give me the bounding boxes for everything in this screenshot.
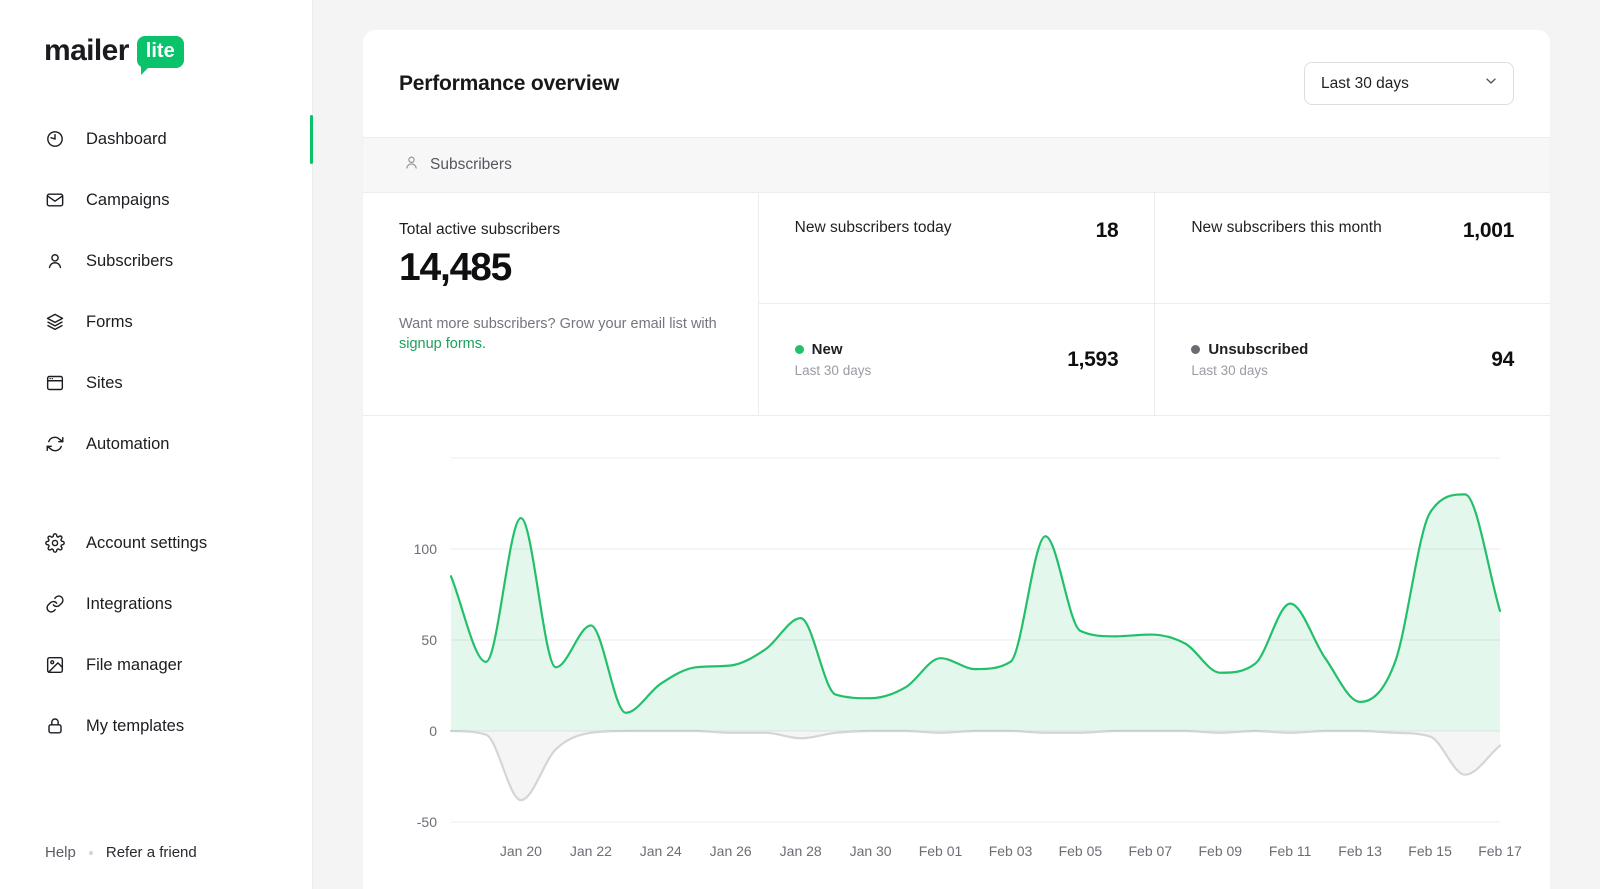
subscribers-chart: 100 50 0 -50 Jan 20 Jan 22 Jan 24 Jan 26 Jan 28 J… (363, 416, 1550, 873)
svg-text:Feb 15: Feb 15 (1408, 843, 1452, 859)
card-header: Performance overview Last 30 days (363, 30, 1550, 137)
sites-icon (45, 373, 65, 393)
automation-icon (45, 434, 65, 454)
date-range-value: Last 30 days (1321, 74, 1409, 92)
sidebar-item-label: Forms (86, 312, 133, 331)
sidebar-item-label: Integrations (86, 594, 173, 613)
subscribers-icon (45, 251, 65, 271)
svg-text:Feb 17: Feb 17 (1478, 843, 1522, 859)
svg-text:Feb 01: Feb 01 (919, 843, 963, 859)
refer-a-friend-link[interactable]: Refer a friend (106, 844, 197, 861)
new-legend-dot (794, 345, 804, 354)
page-title: Performance overview (399, 71, 620, 95)
sidebar-item-label: Sites (86, 373, 123, 392)
stat-label: Total active subscribers (399, 221, 561, 238)
subscribers-hint: Want more subscribers? Grow your email l… (399, 314, 719, 355)
settings-icon (45, 533, 65, 553)
campaigns-icon (45, 190, 65, 210)
stat-label: New subscribers this month (1191, 219, 1382, 236)
svg-text:100: 100 (414, 541, 438, 557)
svg-text:50: 50 (421, 632, 437, 648)
svg-text:Feb 11: Feb 11 (1269, 843, 1312, 859)
sidebar-item-label: Automation (86, 434, 170, 453)
section-title: Subscribers (430, 156, 512, 173)
sidebar-item-account-settings[interactable]: Account settings (0, 513, 312, 574)
stat-unsubscribed-30-days: Unsubscribed Last 30 days 94 (1154, 304, 1550, 415)
user-icon (403, 154, 420, 176)
stat-new-this-month: New subscribers this month 1,001 (1154, 193, 1550, 304)
total-subscribers-value: 14,485 (399, 246, 512, 289)
date-range-select[interactable]: Last 30 days (1304, 62, 1514, 105)
svg-text:Jan 20: Jan 20 (500, 843, 542, 859)
templates-icon (45, 716, 65, 736)
stats-grid: Total active subscribers 14,485 Want mor… (363, 193, 1550, 416)
new-month-value: 1,001 (1462, 219, 1514, 242)
chevron-down-icon (1483, 73, 1499, 94)
legend-sublabel: Last 30 days (1191, 363, 1268, 378)
sidebar-item-label: Account settings (86, 533, 208, 552)
subscribers-section-header: Subscribers (363, 137, 1550, 193)
svg-text:0: 0 (429, 723, 437, 739)
hint-text: Want more subscribers? Grow your email l… (399, 316, 717, 332)
forms-icon (45, 312, 65, 332)
app: mailer lite Dashboard Campaigns Subscriber… (0, 0, 1600, 889)
file-manager-icon (45, 655, 65, 675)
sidebar-item-file-manager[interactable]: File manager (0, 635, 312, 696)
mailerlite-logo[interactable]: mailer lite (0, 34, 312, 75)
main-content: Performance overview Last 30 days Subscr… (313, 0, 1600, 889)
integrations-icon (45, 594, 65, 614)
svg-text:Feb 09: Feb 09 (1199, 843, 1243, 859)
sidebar-item-label: My templates (86, 716, 185, 735)
dashboard-icon (45, 129, 65, 149)
stat-label: New subscribers today (794, 219, 952, 236)
svg-text:Jan 22: Jan 22 (570, 843, 612, 859)
stat-new-30-days: New Last 30 days 1,593 (759, 304, 1155, 415)
sidebar-item-forms[interactable]: Forms (0, 292, 312, 353)
sidebar-nav-main: Dashboard Campaigns Subscribers Forms Sites A… (0, 109, 313, 475)
svg-text:Jan 30: Jan 30 (850, 843, 892, 859)
sidebar-nav-secondary: Account settings Integrations File manager… (0, 513, 312, 757)
help-link[interactable]: Help (45, 844, 76, 861)
sidebar-item-integrations[interactable]: Integrations (0, 574, 312, 635)
sidebar-item-campaigns[interactable]: Campaigns (0, 170, 312, 231)
unsubscribed-legend: Unsubscribed Last 30 days (1191, 341, 1308, 378)
sidebar-item-automation[interactable]: Automation (0, 414, 312, 475)
svg-text:Feb 03: Feb 03 (989, 843, 1033, 859)
svg-text:Jan 28: Jan 28 (780, 843, 822, 859)
svg-text:Jan 26: Jan 26 (710, 843, 752, 859)
svg-text:Feb 05: Feb 05 (1059, 843, 1103, 859)
stat-total-active-subscribers: Total active subscribers 14,485 Want mor… (363, 193, 759, 415)
unsubscribed-legend-dot (1191, 345, 1201, 354)
svg-text:-50: -50 (417, 814, 437, 830)
svg-text:Jan 24: Jan 24 (640, 843, 682, 859)
stat-new-today: New subscribers today 18 (758, 193, 1155, 304)
sidebar-item-label: File manager (86, 655, 183, 674)
sidebar: mailer lite Dashboard Campaigns Subscriber… (0, 0, 313, 889)
logo-text: mailer (44, 34, 129, 67)
sidebar-item-label: Dashboard (86, 129, 167, 148)
legend-label: New (811, 341, 843, 358)
new-today-value: 18 (1095, 219, 1119, 242)
new-legend: New Last 30 days (794, 341, 872, 378)
sidebar-footer: Help Refer a friend (0, 844, 312, 889)
sidebar-item-label: Campaigns (86, 190, 170, 209)
sidebar-item-label: Subscribers (86, 251, 174, 270)
performance-card: Performance overview Last 30 days Subscr… (363, 30, 1550, 889)
legend-sublabel: Last 30 days (794, 363, 872, 378)
legend-label: Unsubscribed (1208, 341, 1309, 358)
sidebar-item-dashboard[interactable]: Dashboard (0, 109, 313, 170)
sidebar-item-my-templates[interactable]: My templates (0, 696, 312, 757)
footer-separator-dot (88, 850, 93, 855)
svg-text:Feb 07: Feb 07 (1129, 843, 1173, 859)
new-30-value: 1,593 (1067, 347, 1119, 371)
svg-text:Feb 13: Feb 13 (1338, 843, 1382, 859)
sidebar-item-sites[interactable]: Sites (0, 353, 312, 414)
signup-forms-link[interactable]: signup forms. (399, 336, 486, 352)
unsubscribed-30-value: 94 (1491, 347, 1514, 371)
logo-badge: lite (136, 36, 184, 75)
sidebar-item-subscribers[interactable]: Subscribers (0, 231, 312, 292)
